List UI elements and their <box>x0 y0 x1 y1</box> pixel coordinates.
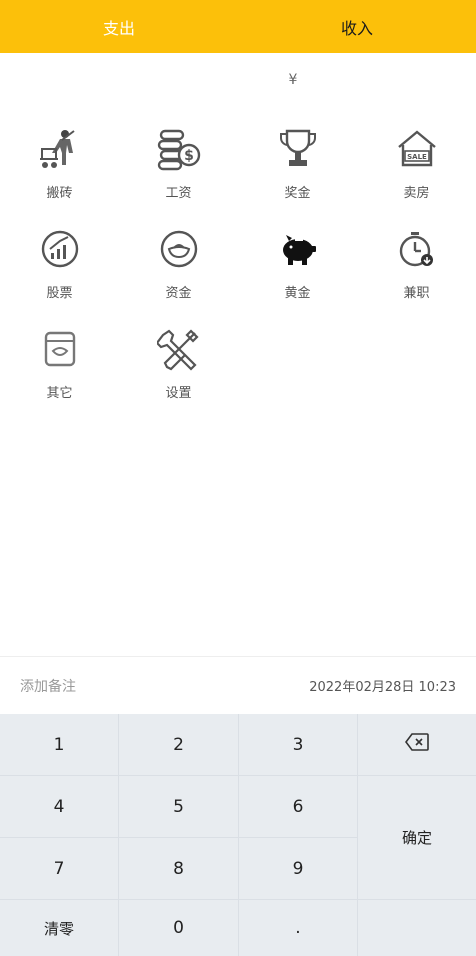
key-9[interactable]: 9 <box>239 838 358 900</box>
category-item-funds[interactable]: 资金 <box>119 226 238 316</box>
category-item-sell-house[interactable]: SALE 卖房 <box>357 126 476 216</box>
key-4[interactable]: 4 <box>0 776 119 838</box>
category-label: 股票 <box>46 286 73 301</box>
house-sale-icon: SALE <box>394 126 440 172</box>
category-item-other[interactable]: 其它 <box>0 326 119 416</box>
category-label: 设置 <box>165 386 192 401</box>
svg-text:$: $ <box>184 148 194 164</box>
top-tab-bar: 支出 收入 <box>0 0 476 53</box>
confirm-button[interactable]: 确定 <box>358 776 476 900</box>
backspace-icon <box>405 733 429 756</box>
category-label: 卖房 <box>403 186 430 201</box>
category-item-bonus[interactable]: 奖金 <box>238 126 357 216</box>
category-item-gold[interactable]: 黄金 <box>238 226 357 316</box>
keypad-empty-cell <box>358 900 476 956</box>
piggy-bank-icon <box>275 226 321 272</box>
coins-dollar-icon: $ <box>156 126 202 172</box>
key-5[interactable]: 5 <box>119 776 239 838</box>
key-7[interactable]: 7 <box>0 838 119 900</box>
category-label: 奖金 <box>284 186 311 201</box>
key-6[interactable]: 6 <box>239 776 358 838</box>
worker-cart-icon <box>37 126 83 172</box>
category-label: 工资 <box>165 186 192 201</box>
category-item-salary[interactable]: $ 工资 <box>119 126 238 216</box>
category-label: 黄金 <box>284 286 311 301</box>
note-date-bar: 添加备注 2022年02月28日 10:23 <box>0 656 476 714</box>
category-item-banzhuan[interactable]: 搬砖 <box>0 126 119 216</box>
numeric-keypad: 1 2 3 4 5 6 7 8 9 确定 清零 0 . <box>0 714 476 956</box>
tab-expense[interactable]: 支出 <box>0 0 238 53</box>
stock-chart-icon <box>37 226 83 272</box>
category-item-part-time[interactable]: 兼职 <box>357 226 476 316</box>
clock-icon <box>394 226 440 272</box>
key-8[interactable]: 8 <box>119 838 239 900</box>
category-label: 搬砖 <box>46 186 73 201</box>
add-note-input[interactable]: 添加备注 <box>20 676 76 696</box>
key-dot[interactable]: . <box>239 900 358 956</box>
key-0[interactable]: 0 <box>119 900 239 956</box>
clear-button[interactable]: 清零 <box>0 900 119 956</box>
category-label: 其它 <box>46 386 73 401</box>
svg-text:SALE: SALE <box>407 153 427 161</box>
category-item-settings[interactable]: 设置 <box>119 326 238 416</box>
trophy-icon <box>275 126 321 172</box>
amount-display: ¥ <box>288 72 298 88</box>
datetime-picker[interactable]: 2022年02月28日 10:23 <box>309 676 456 695</box>
category-label: 兼职 <box>403 286 430 301</box>
key-2[interactable]: 2 <box>119 714 239 776</box>
box-icon <box>37 326 83 372</box>
category-item-stocks[interactable]: 股票 <box>0 226 119 316</box>
backspace-button[interactable] <box>358 714 476 776</box>
key-1[interactable]: 1 <box>0 714 119 776</box>
key-3[interactable]: 3 <box>239 714 358 776</box>
category-label: 资金 <box>165 286 192 301</box>
tools-icon <box>156 326 202 372</box>
tab-income[interactable]: 收入 <box>238 0 476 53</box>
gold-ingot-icon <box>156 226 202 272</box>
